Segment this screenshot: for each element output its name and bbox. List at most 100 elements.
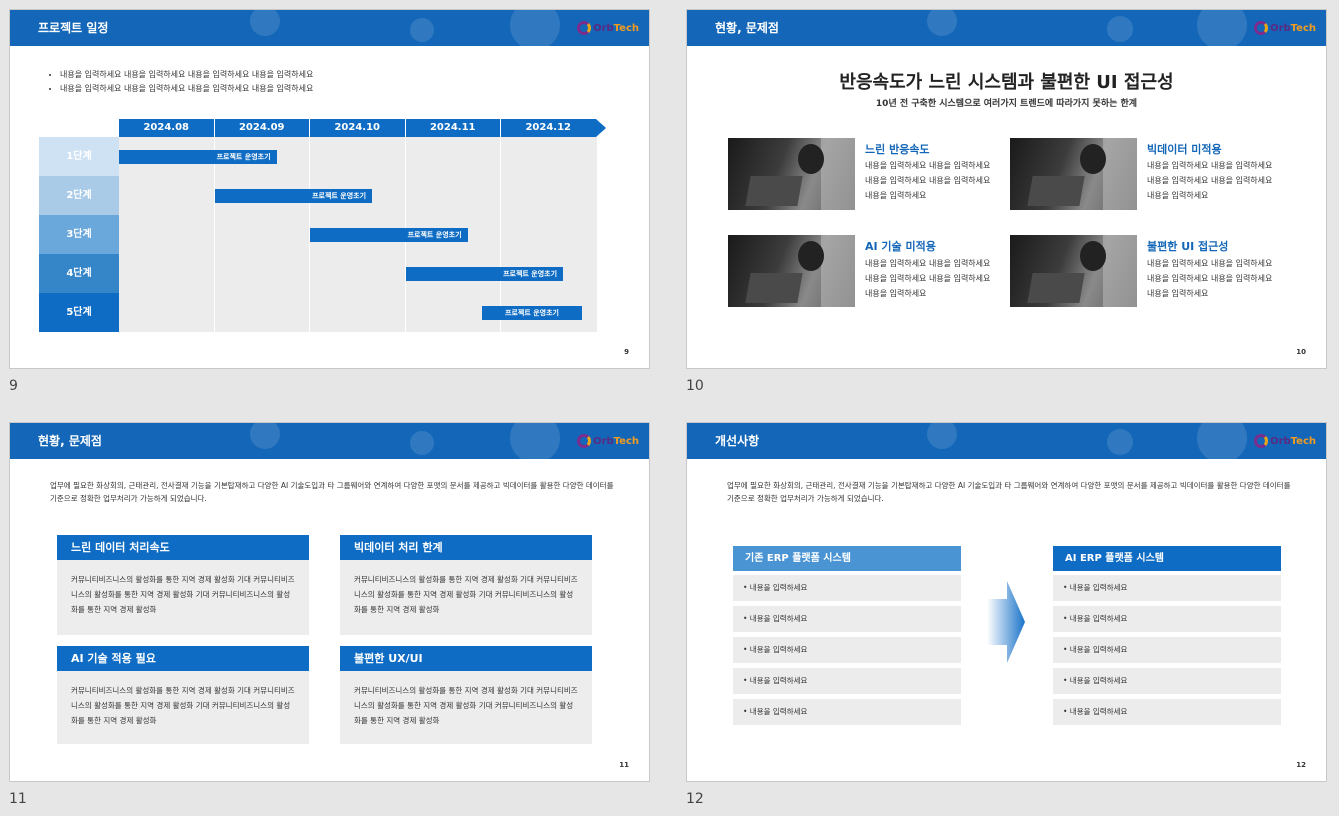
orbtech-logo: OrbTech <box>1254 432 1316 450</box>
gantt-divider <box>500 137 501 332</box>
slide-thumbnail-10[interactable]: 현황, 문제점 OrbTech 반응속도가 느린 시스템과 불편한 UI 접근성… <box>686 9 1327 369</box>
laptop-photo <box>728 138 855 210</box>
slide-number-label: 10 <box>686 378 704 394</box>
slide-thumbnail-11[interactable]: 현황, 문제점 OrbTech 업무에 필요한 화상회의, 근태관리, 전사결재… <box>9 422 650 782</box>
legacy-list-item: • 내용을 입력하세요 <box>733 637 961 663</box>
page-number: 12 <box>1296 761 1306 769</box>
legacy-column-title: 기존 ERP 플랫폼 시스템 <box>733 546 961 571</box>
feature-body: 내용을 입력하세요 내용을 입력하세요 내용을 입력하세요 내용을 입력하세요 … <box>865 259 991 298</box>
box-body: 커뮤니티비즈니스의 활성화를 통한 지역 경제 활성화 기대 커뮤니티비즈니스의… <box>340 560 592 635</box>
slide-thumbnail-9[interactable]: 프로젝트 일정 OrbTech 내용을 입력하세요 내용을 입력하세요 내용을 … <box>9 9 650 369</box>
logo-tech: Tech <box>1290 22 1316 34</box>
gantt-month-header: 2024.12 <box>501 119 596 137</box>
gantt-task-bar: 프로젝트 운영초기 <box>405 267 564 281</box>
slide-number-label: 11 <box>9 791 27 807</box>
decor-bubble <box>1197 423 1247 459</box>
gantt-arrow-icon <box>595 119 606 137</box>
logo-tech: Tech <box>613 22 639 34</box>
decor-bubble <box>927 10 957 36</box>
decor-bubble <box>927 423 957 449</box>
slide-header: 프로젝트 일정 OrbTech <box>10 10 649 46</box>
ai-list-item: • 내용을 입력하세요 <box>1053 637 1281 663</box>
logo-mark-icon <box>577 21 592 35</box>
box-title: 빅데이터 처리 한계 <box>340 535 592 560</box>
gantt-divider <box>213 137 215 332</box>
box-title: AI 기술 적용 필요 <box>57 646 309 671</box>
box-body: 커뮤니티비즈니스의 활성화를 통한 지역 경제 활성화 기대 커뮤니티비즈니스의… <box>57 560 309 635</box>
ai-list-item: • 내용을 입력하세요 <box>1053 668 1281 694</box>
feature-body: 내용을 입력하세요 내용을 입력하세요 내용을 입력하세요 내용을 입력하세요 … <box>865 161 991 200</box>
page-number: 11 <box>619 761 629 769</box>
intro-text: 업무에 필요한 화상회의, 근태관리, 전사결재 기능을 기본탑재하고 다양한 … <box>727 481 1291 503</box>
logo-tech: Tech <box>613 435 639 447</box>
ai-column-title: AI ERP 플랫폼 시스템 <box>1053 546 1281 571</box>
gantt-task-bar: 프로젝트 운영초기 <box>119 150 277 164</box>
logo-mark-icon <box>1254 434 1269 448</box>
ai-list-item: • 내용을 입력하세요 <box>1053 575 1281 601</box>
legacy-list-item: • 내용을 입력하세요 <box>733 699 961 725</box>
page-number: 10 <box>1296 348 1306 356</box>
slide-title: 현황, 문제점 <box>38 434 102 448</box>
feature-title: 빅데이터 미적용 <box>1147 143 1222 156</box>
slide-header: 현황, 문제점 OrbTech <box>687 10 1326 46</box>
laptop-photo <box>1010 138 1137 210</box>
bullet-item: 내용을 입력하세요 내용을 입력하세요 내용을 입력하세요 내용을 입력하세요 <box>60 82 313 96</box>
slide-title: 개선사항 <box>715 434 760 448</box>
gantt-month-header: 2024.10 <box>310 119 405 137</box>
gantt-task-bar: 프로젝트 운영초기 <box>481 306 583 320</box>
laptop-photo <box>728 235 855 307</box>
slide-header: 현황, 문제점 OrbTech <box>10 423 649 459</box>
orbtech-logo: OrbTech <box>577 432 639 450</box>
slide-title: 현황, 문제점 <box>715 21 779 35</box>
slide-subline: 10년 전 구축한 시스템으로 여러가지 트렌드에 따라가지 못하는 한계 <box>875 99 1138 109</box>
decor-bubble <box>1107 429 1133 455</box>
decor-bubble <box>410 431 434 455</box>
bullet-item: 내용을 입력하세요 내용을 입력하세요 내용을 입력하세요 내용을 입력하세요 <box>60 68 313 82</box>
intro-text: 업무에 필요한 화상회의, 근태관리, 전사결재 기능을 기본탑재하고 다양한 … <box>50 481 614 503</box>
logo-orb: Orb <box>593 435 614 447</box>
feature-body: 내용을 입력하세요 내용을 입력하세요 내용을 입력하세요 내용을 입력하세요 … <box>1147 259 1273 298</box>
feature-body: 내용을 입력하세요 내용을 입력하세요 내용을 입력하세요 내용을 입력하세요 … <box>1147 161 1273 200</box>
feature-title: 불편한 UI 접근성 <box>1147 240 1229 253</box>
decor-bubble <box>250 423 280 449</box>
orbtech-logo: OrbTech <box>1254 19 1316 37</box>
gantt-month-header: 2024.08 <box>119 119 214 137</box>
logo-tech: Tech <box>1290 435 1316 447</box>
box-title: 느린 데이터 처리속도 <box>57 535 309 560</box>
decor-bubble <box>510 10 560 46</box>
slide-title: 프로젝트 일정 <box>38 21 109 35</box>
slide-number-label: 12 <box>686 791 704 807</box>
slide-thumbnail-12[interactable]: 개선사항 OrbTech 업무에 필요한 화상회의, 근태관리, 전사결재 기능… <box>686 422 1327 782</box>
arrow-right-icon <box>987 581 1025 663</box>
decor-bubble <box>250 10 280 36</box>
decor-bubble <box>510 423 560 459</box>
box-title: 불편한 UX/UI <box>340 646 592 671</box>
logo-orb: Orb <box>1270 435 1291 447</box>
legacy-list-item: • 내용을 입력하세요 <box>733 668 961 694</box>
gantt-stage-label: 3단계 <box>39 215 119 254</box>
feature-title: 느린 반응속도 <box>865 143 930 156</box>
slide-number-label: 9 <box>9 378 18 394</box>
legacy-list-item: • 내용을 입력하세요 <box>733 606 961 632</box>
gantt-month-header: 2024.11 <box>405 119 500 137</box>
slide-header: 개선사항 OrbTech <box>687 423 1326 459</box>
slide-headline: 반응속도가 느린 시스템과 불편한 UI 접근성 <box>839 72 1174 93</box>
decor-bubble <box>1107 16 1133 42</box>
feature-title: AI 기술 미적용 <box>865 240 936 253</box>
orbtech-logo: OrbTech <box>577 19 639 37</box>
decor-bubble <box>1197 10 1247 46</box>
gantt-stage-label: 2단계 <box>39 176 119 215</box>
gantt-stage-label: 4단계 <box>39 254 119 293</box>
gantt-stage-label: 1단계 <box>39 137 119 176</box>
logo-mark-icon <box>1254 21 1269 35</box>
box-body: 커뮤니티비즈니스의 활성화를 통한 지역 경제 활성화 기대 커뮤니티비즈니스의… <box>57 671 309 744</box>
gantt-task-bar: 프로젝트 운영초기 <box>214 189 373 203</box>
ai-list-item: • 내용을 입력하세요 <box>1053 606 1281 632</box>
logo-orb: Orb <box>593 22 614 34</box>
gantt-task-bar: 프로젝트 운영초기 <box>310 228 468 242</box>
bullet-list: 내용을 입력하세요 내용을 입력하세요 내용을 입력하세요 내용을 입력하세요 … <box>50 68 313 96</box>
laptop-photo <box>1010 235 1137 307</box>
decor-bubble <box>410 18 434 42</box>
box-body: 커뮤니티비즈니스의 활성화를 통한 지역 경제 활성화 기대 커뮤니티비즈니스의… <box>340 671 592 744</box>
ai-list-item: • 내용을 입력하세요 <box>1053 699 1281 725</box>
